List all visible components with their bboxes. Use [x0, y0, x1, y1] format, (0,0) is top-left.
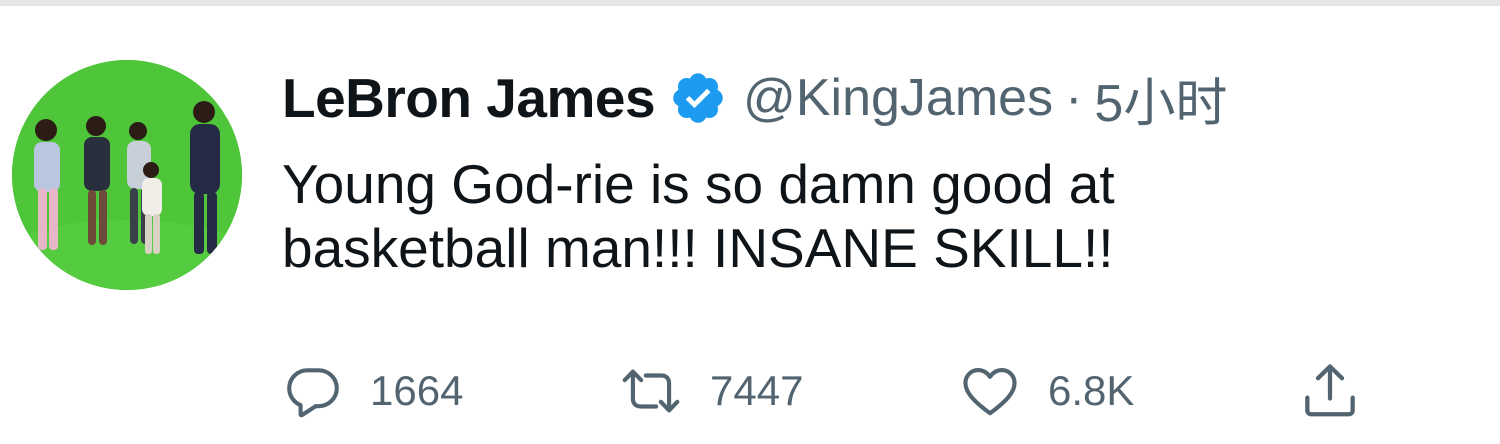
reply-count: 1664 [370, 367, 464, 414]
tweet-header: LeBron James @KingJames · 5小时 [282, 58, 1227, 138]
separator-dot: · [1065, 69, 1083, 127]
share-button[interactable] [1298, 356, 1362, 426]
retweet-count: 7447 [710, 367, 804, 414]
like-count: 6.8K [1048, 367, 1135, 414]
like-button[interactable]: 6.8K [958, 356, 1134, 426]
share-icon [1305, 364, 1355, 417]
like-icon [963, 368, 1017, 416]
timestamp[interactable]: 5小时 [1094, 61, 1227, 136]
retweet-button[interactable]: 7447 [618, 356, 803, 426]
reply-button[interactable]: 1664 [282, 356, 463, 426]
author-name[interactable]: LeBron James [282, 66, 656, 130]
avatar-image [12, 60, 242, 290]
tweet-text-line: basketball man!!! INSANE SKILL!! [282, 217, 1114, 279]
tweet-text: Young God-rie is so damn good at basketb… [282, 152, 1462, 280]
action-bar: 1664 7447 6.8K [282, 356, 1402, 426]
verified-badge-icon [669, 69, 727, 127]
avatar[interactable] [12, 60, 242, 290]
author-handle[interactable]: @KingJames [743, 68, 1053, 128]
tweet[interactable]: LeBron James @KingJames · 5小时 Young God-… [0, 6, 1500, 444]
retweet-icon [622, 369, 680, 413]
reply-icon [287, 368, 339, 418]
tweet-text-line: Young God-rie is so damn good at [282, 153, 1115, 215]
